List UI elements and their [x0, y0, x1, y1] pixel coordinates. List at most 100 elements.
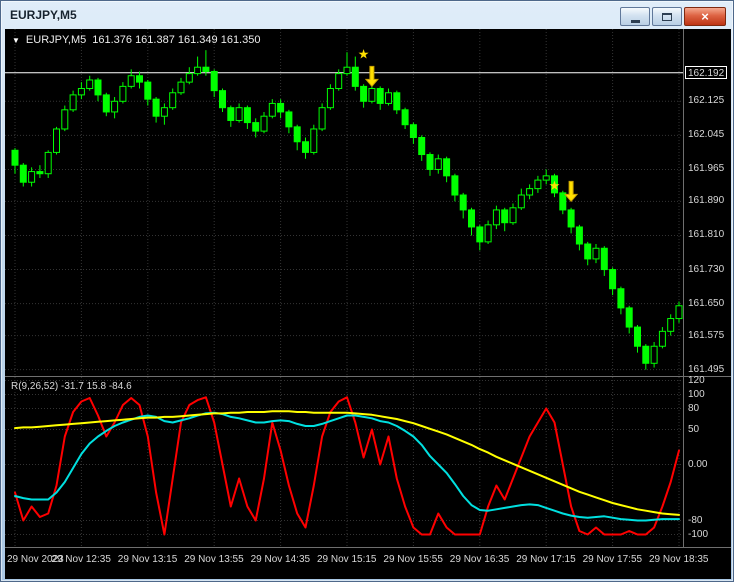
candle: [53, 128, 60, 153]
candle: [202, 66, 210, 72]
candle: [44, 151, 52, 175]
candle: [567, 209, 575, 228]
time-label: 29 Nov 12:35: [51, 554, 111, 565]
indicator-label: R(9,26,52) -31.7 15.8 -84.6: [11, 381, 132, 392]
time-label: 29 Nov 15:55: [383, 554, 443, 565]
main-chart-canvas[interactable]: ★★: [5, 29, 683, 377]
candle: [243, 107, 251, 124]
candle: [293, 126, 301, 143]
close-icon: ×: [701, 9, 709, 24]
price-axis[interactable]: 162.192 162.125 162.045 161.965 161.890 161.8…: [684, 29, 731, 376]
candle: [351, 66, 359, 87]
indicator-series: [14, 396, 680, 536]
candle: [102, 94, 110, 113]
minimize-icon: [630, 19, 640, 23]
candle: [526, 188, 534, 196]
chart-client-area: ★ ★ 162.192 162.125 162.045 161.965 161.890 16…: [5, 29, 731, 579]
chart-window: EURJPY,M5 × ★ ★ 162.192 162.125 162.045 161.…: [0, 0, 734, 582]
candle: [625, 307, 633, 328]
indicator-scale-label: 80: [688, 402, 700, 414]
price-label: 162.045: [688, 129, 725, 141]
time-label: 29 Nov 15:15: [317, 554, 377, 565]
price-label: 161.965: [688, 163, 725, 175]
time-label: 29 Nov 13:55: [184, 554, 244, 565]
maximize-button[interactable]: [652, 7, 682, 26]
candle: [318, 107, 326, 130]
candle: [94, 79, 102, 96]
signal-star-icon: ★: [549, 178, 561, 193]
candle: [575, 226, 583, 245]
indicator-scale-label: 0.00: [688, 458, 708, 470]
candle: [285, 111, 293, 128]
candle: [235, 107, 243, 121]
candle: [28, 171, 36, 183]
candle: [434, 158, 442, 170]
candle: [310, 128, 318, 153]
candle: [600, 247, 608, 271]
price-label: 161.575: [688, 329, 725, 341]
candle: [592, 247, 600, 260]
candle: [252, 122, 260, 132]
title-bar[interactable]: EURJPY,M5 ×: [1, 1, 733, 28]
candle: [468, 209, 475, 228]
candle: [119, 85, 127, 102]
ohlc-header: ▼ EURJPY,M5 161.376 161.387 161.349 161.…: [12, 34, 260, 46]
indicator-scale-label: 120: [688, 374, 705, 386]
time-label: 29 Nov 18:35: [649, 554, 709, 565]
symbol-label: EURJPY,M5: [25, 34, 87, 46]
chevron-down-icon[interactable]: ▼: [12, 36, 20, 45]
candle: [11, 149, 19, 166]
price-label: 161.650: [688, 297, 725, 309]
candle: [144, 81, 152, 100]
price-label: 161.890: [688, 195, 725, 207]
candle: [111, 100, 119, 113]
candle: [160, 107, 168, 117]
candle: [268, 102, 276, 117]
candle: [368, 88, 376, 102]
candle: [492, 209, 500, 226]
candle: [277, 102, 285, 113]
candle: [177, 81, 185, 94]
candle: [675, 305, 683, 320]
candle: [409, 124, 417, 139]
candle: [584, 243, 592, 260]
indicator-line-fast: [14, 396, 680, 536]
candle: [360, 85, 368, 102]
signal-arrow-down-icon: [364, 65, 379, 88]
time-label: 29 Nov 16:35: [449, 554, 510, 565]
candle: [36, 171, 44, 175]
candle: [559, 192, 567, 211]
candle: [609, 269, 617, 290]
price-line-label: 162.192: [685, 65, 728, 79]
candle: [19, 164, 27, 183]
time-axis[interactable]: 29 Nov 2023 29 Nov 12:35 29 Nov 13:15 29 No…: [5, 548, 731, 579]
price-label: 161.730: [688, 263, 725, 275]
candle: [185, 73, 193, 83]
candle: [376, 88, 384, 104]
candle: [459, 194, 467, 211]
minimize-button[interactable]: [620, 7, 650, 26]
candle: [61, 109, 69, 130]
indicator-canvas[interactable]: [5, 377, 683, 547]
candle: [451, 175, 459, 196]
time-label: 29 Nov 14:35: [250, 554, 311, 565]
panel-separator[interactable]: [5, 376, 731, 377]
candle: [484, 224, 492, 243]
ohlc-values: 161.376 161.387 161.349 161.350: [92, 34, 261, 46]
candle: [534, 179, 542, 190]
candle: [617, 288, 625, 309]
indicator-axis[interactable]: 120 100 80 50 0.00 -80 -100: [684, 374, 731, 547]
candle: [401, 109, 409, 126]
candle: [650, 345, 658, 364]
indicator-scale-label: 100: [688, 388, 705, 400]
close-button[interactable]: ×: [684, 7, 726, 26]
candle: [260, 115, 268, 132]
candle: [227, 107, 235, 121]
time-label: 29 Nov 17:15: [516, 554, 576, 565]
candle: [393, 92, 401, 111]
candle: [169, 92, 177, 109]
candle: [634, 326, 641, 347]
candle: [335, 73, 343, 90]
candle: [86, 79, 94, 90]
candle: [210, 70, 218, 92]
